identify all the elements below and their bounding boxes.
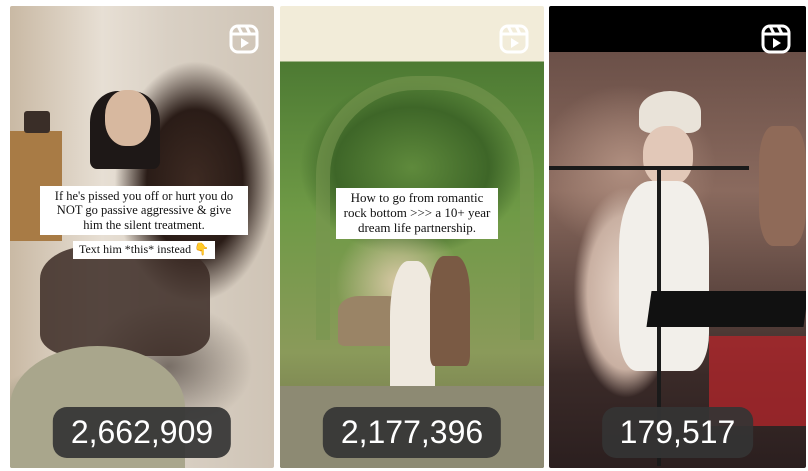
reels-icon	[499, 24, 529, 54]
view-count: 2,662,909	[52, 407, 232, 458]
caption-text: How to go from romantic rock bottom >>> …	[336, 188, 498, 239]
reels-icon	[761, 24, 791, 54]
background-photo	[549, 6, 806, 468]
view-count: 179,517	[601, 407, 754, 458]
caption-group: How to go from romantic rock bottom >>> …	[336, 188, 498, 239]
caption-group: If he's pissed you off or hurt you do NO…	[40, 186, 248, 259]
reel-thumbnail-3[interactable]: 179,517	[549, 6, 806, 468]
reels-icon	[229, 24, 259, 54]
reel-thumbnail-1[interactable]: If he's pissed you off or hurt you do NO…	[10, 6, 274, 468]
reel-thumbnail-2[interactable]: How to go from romantic rock bottom >>> …	[280, 6, 544, 468]
caption-text: If he's pissed you off or hurt you do NO…	[40, 186, 248, 236]
caption-text: Text him *this* instead 👇	[72, 241, 216, 259]
view-count: 2,177,396	[322, 407, 502, 458]
